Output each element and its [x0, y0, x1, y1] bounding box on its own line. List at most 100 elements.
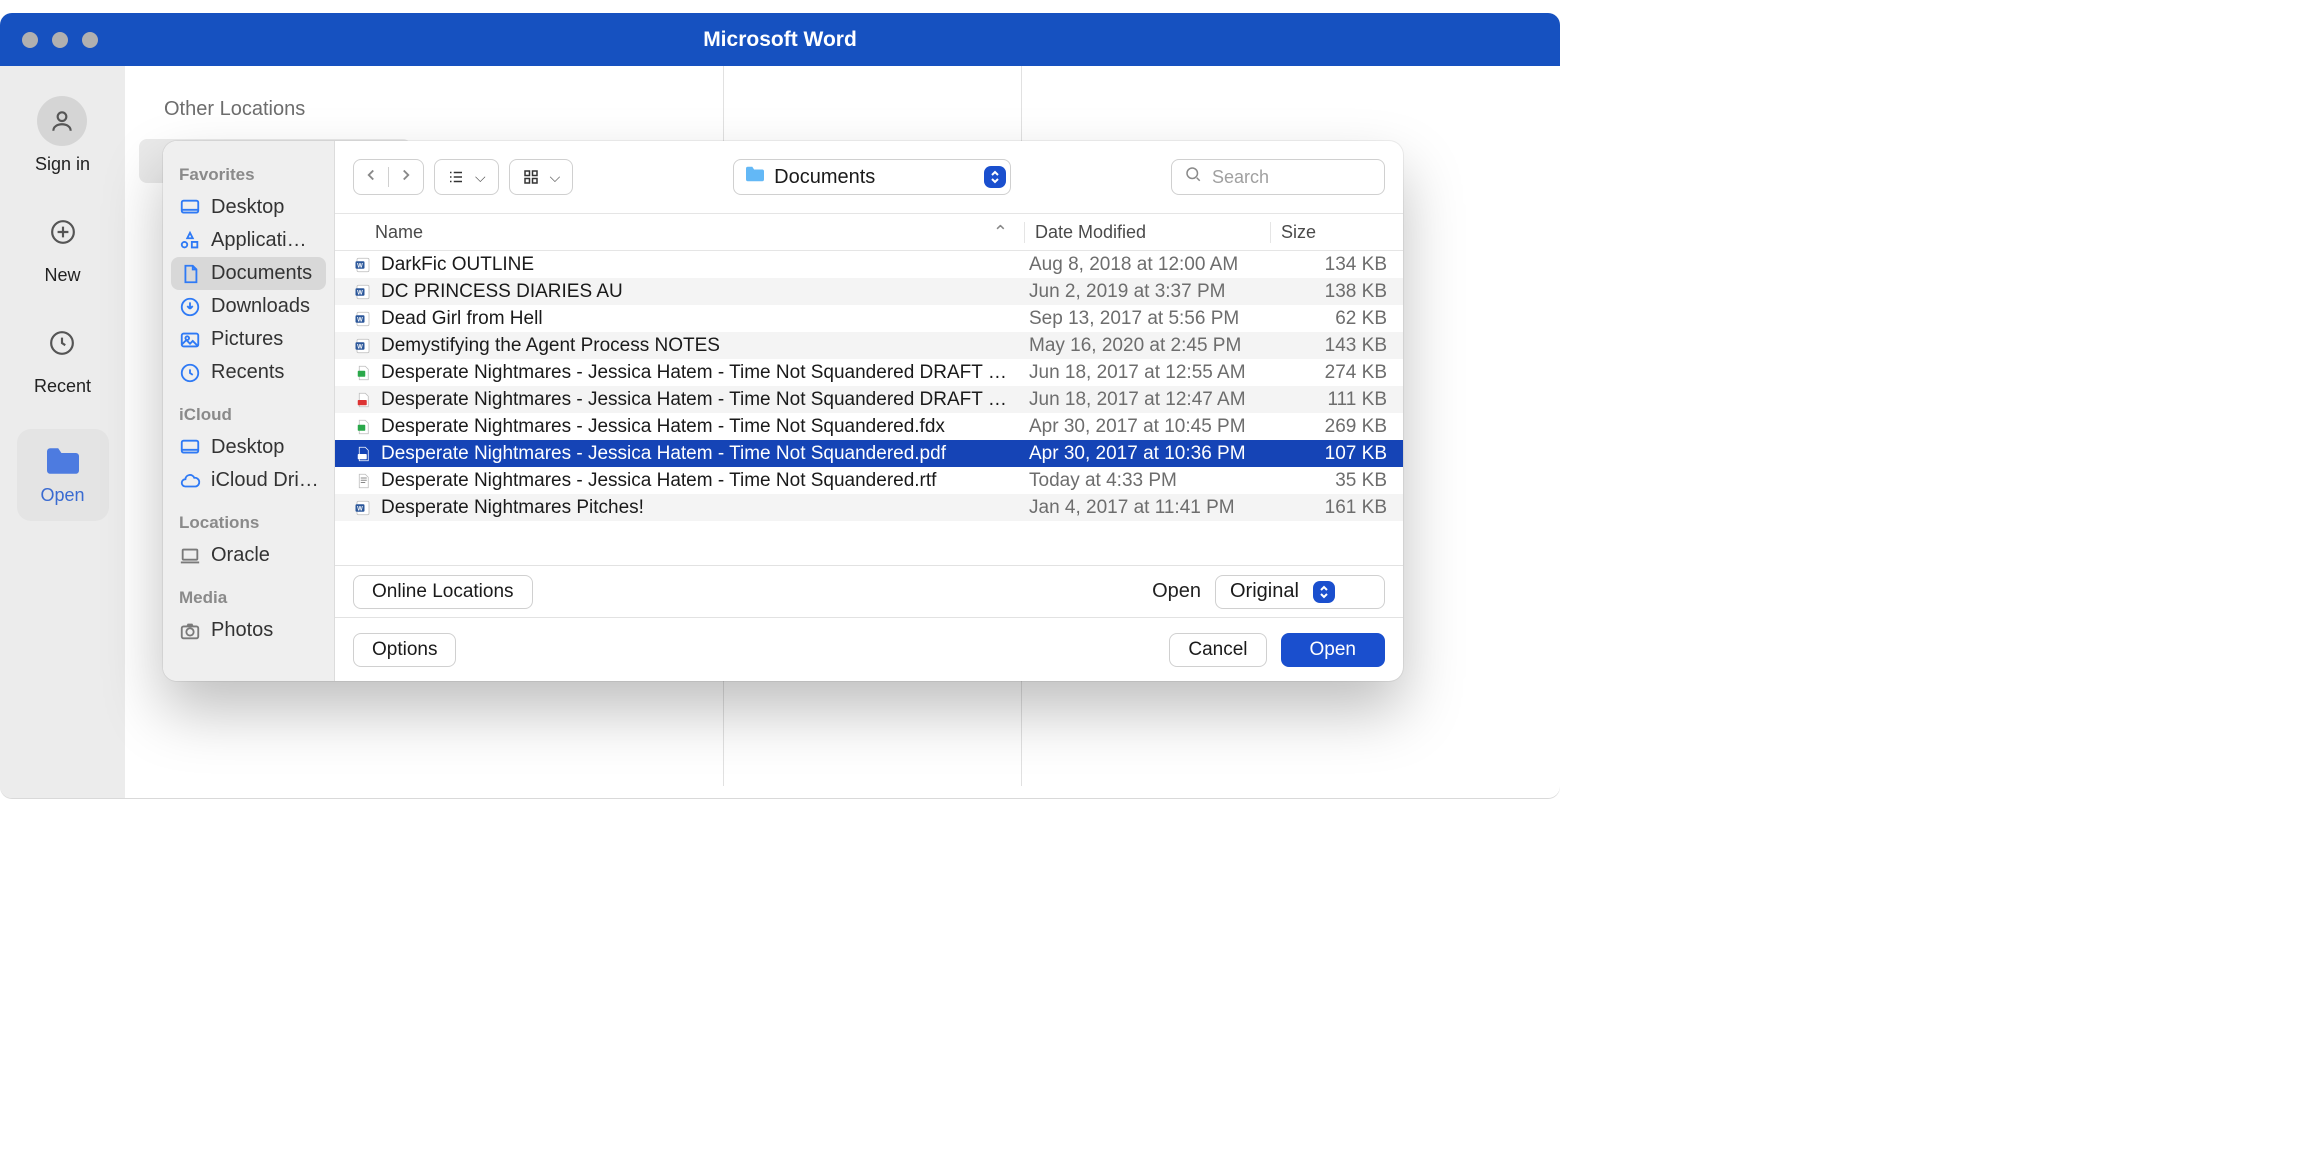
file-row[interactable]: WDarkFic OUTLINEAug 8, 2018 at 12:00 AM1…: [335, 251, 1403, 278]
view-grid-button[interactable]: ⌵: [509, 159, 574, 195]
file-row[interactable]: WDesperate Nightmares Pitches!Jan 4, 201…: [335, 494, 1403, 521]
rail-recent[interactable]: Recent: [34, 318, 91, 397]
chevron-down-icon: ⌵: [475, 169, 486, 186]
file-size: 134 KB: [1271, 254, 1403, 276]
rail-label: New: [44, 265, 80, 286]
open-mode-label: Open: [1152, 580, 1201, 603]
file-size: 111 KB: [1271, 389, 1403, 411]
forward-button[interactable]: [389, 160, 423, 194]
sidebar-item-documents[interactable]: Documents: [171, 257, 326, 290]
sidebar-item-label: Oracle: [211, 544, 270, 567]
column-size-label: Size: [1281, 222, 1316, 242]
file-date: Aug 8, 2018 at 12:00 AM: [1025, 254, 1271, 276]
file-row[interactable]: Desperate Nightmares - Jessica Hatem - T…: [335, 440, 1403, 467]
file-list[interactable]: WDarkFic OUTLINEAug 8, 2018 at 12:00 AM1…: [335, 251, 1403, 565]
back-button[interactable]: [354, 160, 388, 194]
search-input[interactable]: [1212, 167, 1372, 188]
online-locations-button[interactable]: Online Locations: [353, 575, 533, 609]
file-size: 138 KB: [1271, 281, 1403, 303]
file-date: Jun 18, 2017 at 12:47 AM: [1025, 389, 1271, 411]
button-label: Cancel: [1188, 639, 1247, 661]
file-name: Desperate Nightmares Pitches!: [381, 497, 1025, 519]
open-mode-select[interactable]: Original: [1215, 575, 1385, 609]
dialog-toolbar: ⌵ ⌵ Documents: [335, 141, 1403, 213]
file-type-icon: [351, 418, 375, 436]
minimize-window-icon[interactable]: [52, 32, 68, 48]
sidebar-item-label: Applicati…: [211, 229, 307, 252]
file-name: Desperate Nightmares - Jessica Hatem - T…: [381, 416, 1025, 438]
traffic-lights: [22, 32, 98, 48]
sidebar-item-desktop[interactable]: Desktop: [163, 191, 334, 224]
sidebar-item-label: Desktop: [211, 436, 284, 459]
sidebar-item-recents[interactable]: Recents: [163, 356, 334, 389]
sidebar-item-applications[interactable]: Applicati…: [163, 224, 334, 257]
folder-icon: [744, 165, 766, 189]
sidebar-item-label: Recents: [211, 361, 284, 384]
pictures-icon: [179, 329, 201, 351]
column-size[interactable]: Size: [1271, 222, 1403, 243]
file-row[interactable]: Desperate Nightmares - Jessica Hatem - T…: [335, 386, 1403, 413]
options-button[interactable]: Options: [353, 633, 456, 667]
column-name-label: Name: [375, 222, 423, 243]
file-size: 35 KB: [1271, 470, 1403, 492]
file-row[interactable]: Desperate Nightmares - Jessica Hatem - T…: [335, 413, 1403, 440]
file-size: 274 KB: [1271, 362, 1403, 384]
svg-text:W: W: [357, 344, 363, 350]
file-row[interactable]: WDC PRINCESS DIARIES AUJun 2, 2019 at 3:…: [335, 278, 1403, 305]
file-row[interactable]: Desperate Nightmares - Jessica Hatem - T…: [335, 467, 1403, 494]
sidebar-item-pictures[interactable]: Pictures: [163, 323, 334, 356]
file-date: Jun 2, 2019 at 3:37 PM: [1025, 281, 1271, 303]
search-icon: [1184, 165, 1202, 189]
sidebar-item-label: iCloud Dri…: [211, 469, 319, 492]
favorites-heading: Favorites: [163, 159, 334, 191]
cancel-button[interactable]: Cancel: [1169, 633, 1266, 667]
current-folder-dropdown[interactable]: Documents: [733, 159, 1011, 195]
file-row[interactable]: Desperate Nightmares - Jessica Hatem - T…: [335, 359, 1403, 386]
updown-icon: [1313, 581, 1335, 603]
search-field[interactable]: [1171, 159, 1385, 195]
column-name[interactable]: Name ⌃: [375, 222, 1025, 243]
nav-back-forward: [353, 159, 424, 195]
open-button[interactable]: Open: [1281, 633, 1385, 667]
zoom-window-icon[interactable]: [82, 32, 98, 48]
dialog-options-bar: Online Locations Open Original: [335, 565, 1403, 617]
other-locations-label: Other Locations: [139, 66, 426, 139]
folder-icon: [43, 445, 83, 483]
svg-text:W: W: [357, 506, 363, 512]
file-type-icon: [351, 445, 375, 463]
dialog-main: ⌵ ⌵ Documents: [335, 141, 1403, 681]
icloud-heading: iCloud: [163, 399, 334, 431]
view-list-button[interactable]: ⌵: [434, 159, 499, 195]
file-date: Jun 18, 2017 at 12:55 AM: [1025, 362, 1271, 384]
sidebar-item-downloads[interactable]: Downloads: [163, 290, 334, 323]
svg-text:W: W: [357, 290, 363, 296]
file-date: May 16, 2020 at 2:45 PM: [1025, 335, 1271, 357]
sidebar-item-photos[interactable]: Photos: [163, 614, 334, 647]
dialog-action-bar: Options Cancel Open: [335, 617, 1403, 681]
file-row[interactable]: WDead Girl from HellSep 13, 2017 at 5:56…: [335, 305, 1403, 332]
camera-icon: [179, 620, 201, 642]
file-type-icon: W: [351, 256, 375, 274]
sidebar-item-icloud-drive[interactable]: iCloud Dri…: [163, 464, 334, 497]
file-row[interactable]: WDemystifying the Agent Process NOTESMay…: [335, 332, 1403, 359]
open-file-dialog: Favorites Desktop Applicati… Documents D…: [163, 141, 1403, 681]
file-type-icon: [351, 472, 375, 490]
rail-new[interactable]: New: [38, 207, 88, 286]
sidebar-item-oracle[interactable]: Oracle: [163, 539, 334, 572]
rail-sign-in[interactable]: Sign in: [35, 96, 90, 175]
close-window-icon[interactable]: [22, 32, 38, 48]
locations-heading: Locations: [163, 507, 334, 539]
downloads-icon: [179, 296, 201, 318]
column-date[interactable]: Date Modified: [1025, 222, 1271, 243]
sidebar-item-label: Downloads: [211, 295, 310, 318]
file-name: Dead Girl from Hell: [381, 308, 1025, 330]
file-date: Apr 30, 2017 at 10:36 PM: [1025, 443, 1271, 465]
file-type-icon: [351, 364, 375, 382]
document-icon: [179, 263, 201, 285]
rail-label: Sign in: [35, 154, 90, 175]
button-label: Options: [372, 639, 437, 661]
file-type-icon: [351, 391, 375, 409]
finder-sidebar: Favorites Desktop Applicati… Documents D…: [163, 141, 335, 681]
rail-open[interactable]: Open: [17, 429, 109, 521]
sidebar-item-icloud-desktop[interactable]: Desktop: [163, 431, 334, 464]
